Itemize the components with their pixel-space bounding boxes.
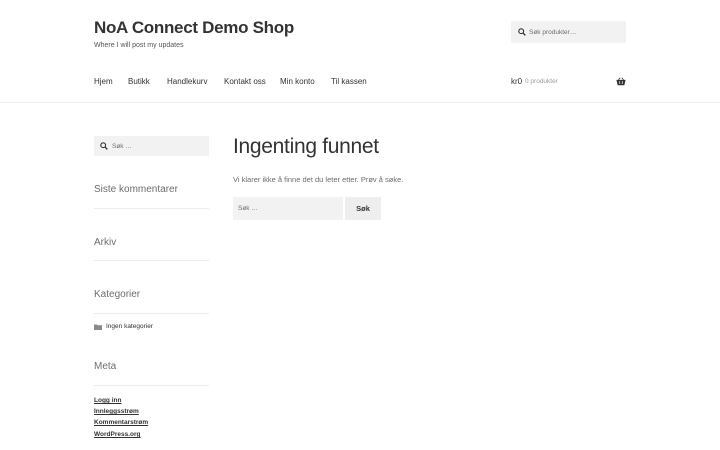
search-icon — [100, 142, 108, 150]
site-tagline: Where I will post my updates — [94, 42, 184, 49]
meta-link-wordpress-org[interactable]: WordPress.org — [94, 431, 140, 438]
widget-title-categories: Kategorier — [94, 289, 141, 300]
divider — [94, 313, 209, 314]
nav-item-min-konto[interactable]: Min konto — [280, 77, 315, 86]
meta-link-innleggsstrom[interactable]: Innleggsstrøm — [94, 408, 139, 415]
cart-count: 0 produkter — [525, 78, 558, 85]
search-button[interactable]: Søk — [345, 197, 381, 220]
product-search-input[interactable] — [529, 21, 624, 43]
divider — [94, 260, 209, 261]
header-cart[interactable]: kr0 0 produkter — [511, 77, 626, 89]
widget-title-archive: Arkiv — [94, 237, 117, 248]
nav-item-butikk[interactable]: Butikk — [128, 77, 150, 86]
nav-item-handlekurv[interactable]: Handlekurv — [167, 77, 207, 86]
widget-title-meta: Meta — [94, 361, 117, 372]
not-found-message: Vi klarer ikke å finne det du leter ette… — [233, 175, 404, 184]
meta-link-kommentarstrom[interactable]: Kommentarstrøm — [94, 419, 148, 426]
divider — [94, 385, 209, 386]
sidebar-search-input[interactable] — [112, 136, 204, 156]
divider — [94, 208, 209, 209]
nav-item-kontakt-oss[interactable]: Kontakt oss — [224, 77, 266, 86]
sidebar-search[interactable] — [94, 136, 209, 156]
cart-amount: kr0 — [511, 77, 523, 86]
folder-icon — [94, 324, 102, 330]
basket-icon[interactable] — [616, 77, 626, 86]
page-title: Ingenting funnet — [233, 135, 379, 158]
site-header: NoA Connect Demo Shop Where I will post … — [0, 0, 720, 103]
search-icon — [518, 28, 526, 36]
site-title[interactable]: NoA Connect Demo Shop — [94, 18, 294, 38]
product-search[interactable] — [511, 21, 626, 43]
widget-title-recent-comments: Siste kommentarer — [94, 184, 178, 195]
meta-link-logg-inn[interactable]: Logg inn — [94, 397, 121, 404]
nav-item-hjem[interactable]: Hjem — [94, 77, 113, 86]
main-search-input[interactable] — [233, 197, 343, 220]
category-label: Ingen kategorier — [106, 323, 153, 330]
nav-item-til-kassen[interactable]: Til kassen — [331, 77, 367, 86]
